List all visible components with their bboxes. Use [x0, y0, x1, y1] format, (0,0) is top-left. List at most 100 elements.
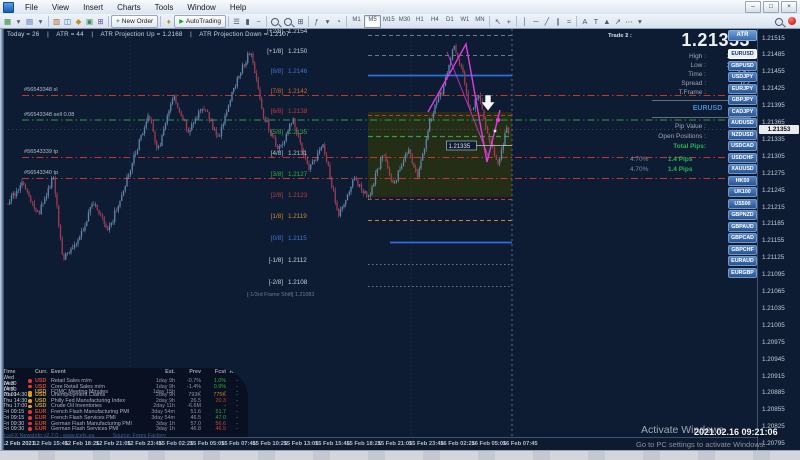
symbol-button[interactable]: CADJPY — [728, 106, 757, 117]
symbol-button[interactable]: EURJPY — [728, 83, 757, 94]
atr-button[interactable]: ATR — [728, 30, 757, 41]
time-axis-label: 15 Feb 15:45 — [315, 441, 350, 447]
notification-badge-icon[interactable] — [788, 17, 796, 25]
fibonacci-icon[interactable]: ≈ — [563, 16, 574, 27]
menu-item[interactable]: Charts — [110, 1, 148, 14]
timeframe-button[interactable]: H1 — [412, 15, 427, 26]
menu-item[interactable]: File — [18, 1, 45, 14]
line-chart-mode-icon[interactable]: ~ — [253, 16, 264, 27]
timeframe-button[interactable]: D1 — [442, 15, 457, 26]
price-axis-value: 1.21005 — [762, 321, 785, 329]
shapes-tool-icon[interactable]: ▲ — [601, 16, 612, 27]
terminal-icon[interactable]: ▣ — [84, 16, 95, 27]
timeframe-button[interactable]: M1 — [349, 15, 364, 26]
murrey-level-label: [-1/8] 1.2112 — [268, 257, 307, 264]
mt4-window: 1.21335 File View Insert Charts Tools Window H… — [0, 0, 800, 460]
menu-item[interactable]: Window — [180, 1, 222, 14]
text-tool-icon[interactable]: A — [579, 16, 590, 27]
chart-price-tag: 1.21335 — [449, 144, 471, 150]
symbol-button[interactable]: GBPUSD — [728, 60, 757, 71]
clock-icon[interactable]: ◔ — [333, 16, 344, 27]
symbol-button[interactable]: GBPNZD — [728, 210, 757, 220]
symbol-button[interactable]: EURAUD — [728, 256, 757, 266]
timeframe-button[interactable]: M5 — [364, 14, 382, 28]
symbol-button[interactable]: HK50 — [728, 175, 757, 186]
zoom-in-icon[interactable] — [271, 17, 280, 26]
bar-chart-mode-icon[interactable]: ☰ — [231, 16, 242, 27]
new-chart-icon[interactable]: ▦ — [2, 16, 13, 27]
symbol-button[interactable]: NZDUSD — [728, 129, 757, 140]
arrow-tool-icon[interactable]: ↗ — [612, 16, 623, 27]
murrey-level-label: [6/8] 1.2138 — [270, 108, 308, 115]
autotrading-button[interactable]: ▶ AutoTrading — [174, 14, 227, 28]
more-tools-icon[interactable]: ⋯ — [623, 16, 634, 27]
metaeditor-icon[interactable]: ♦ — [163, 16, 174, 27]
timeframe-button[interactable]: M15 — [381, 15, 397, 26]
market-watch-icon[interactable]: ▥ — [51, 16, 62, 27]
symbol-button[interactable]: USDCHF — [728, 152, 757, 163]
price-axis-value: 1.21455 — [762, 68, 785, 76]
symbol-button[interactable]: GBPCHF — [728, 244, 757, 255]
symbol-button[interactable]: GBPAUD — [728, 221, 757, 232]
time-axis-label: 16 Feb 02:25 — [440, 441, 475, 447]
candle-chart-mode-icon[interactable]: ▮ — [242, 16, 253, 27]
tile-windows-icon[interactable]: ⊞ — [295, 16, 306, 27]
menu-item[interactable]: View — [45, 1, 76, 14]
navigator-icon[interactable]: ◆ — [73, 16, 84, 27]
indicators-dropdown-icon[interactable]: ▾ — [322, 16, 333, 27]
tools-dropdown-icon[interactable]: ▾ — [634, 16, 645, 27]
news-row: Fri 09:30 EUR German Flash Services PMI … — [3, 426, 238, 433]
timeframe-button[interactable]: M30 — [397, 15, 413, 26]
maximize-button[interactable]: □ — [763, 1, 779, 13]
murrey-level-label: [5/8] 1.2135 — [270, 129, 308, 136]
symbol-button[interactable]: USDJPY — [728, 72, 757, 82]
symbol-button[interactable]: USDCAD — [728, 141, 757, 151]
menu-item[interactable]: Tools — [148, 1, 181, 14]
close-button[interactable]: × — [781, 1, 797, 13]
symbol-button[interactable]: EURGBP — [728, 267, 757, 278]
symbol-button[interactable]: EURUSD — [728, 49, 757, 59]
cursor-icon[interactable]: ↖ — [492, 16, 503, 27]
symbol-button[interactable]: AUDUSD — [728, 118, 757, 128]
impact-dot-icon — [28, 427, 32, 431]
menu-bar-items: File View Insert Charts Tools Window Help — [18, 1, 253, 14]
timeframe-button[interactable]: MN — [472, 15, 487, 26]
zoom-out-icon[interactable] — [284, 17, 293, 26]
price-axis-value: 1.20975 — [762, 338, 785, 346]
news-rows: Wed 14:30 USD Retail Sales m/m 1day 9h -… — [0, 375, 248, 432]
timeframe-button[interactable]: H4 — [427, 15, 442, 26]
symbol-buttons: EURUSD GBPUSD USDJPY EURJPY GBPJPY CADJPY AUDU… — [728, 49, 757, 278]
profiles-dropdown-icon[interactable]: ▾ — [35, 16, 46, 27]
crosshair-icon[interactable]: + — [503, 16, 514, 27]
impact-dot-icon — [28, 384, 32, 389]
symbol-button[interactable]: XAUUSD — [728, 164, 757, 174]
zones — [368, 112, 512, 197]
time-axis-label: 15 Feb 21:05 — [377, 441, 413, 447]
profiles-icon[interactable]: ▤ — [24, 16, 35, 27]
toolbar: ▦ ▾ ▤ ▾ ▥ ◫ ◆ ▣ ⊞ + New Order ♦ ▶ AutoTrad… — [0, 14, 800, 29]
indicators-icon[interactable]: ƒ — [311, 16, 322, 27]
price-axis-value: 1.21155 — [762, 237, 785, 245]
menu-item[interactable]: Help — [223, 1, 253, 14]
price-axis[interactable]: 1.21515 1.21485 1.21455 1.21425 1.21395 1.213… — [757, 29, 800, 460]
timeframe-button[interactable]: W1 — [457, 15, 472, 26]
frame-shift-label: [-1/3rd Frame Shift] 1.21083 — [247, 292, 315, 298]
new-order-button[interactable]: + New Order — [111, 14, 159, 28]
channel-icon[interactable]: ∥ — [552, 16, 563, 27]
menu-item[interactable]: Insert — [76, 1, 110, 14]
data-window-icon[interactable]: ◫ — [62, 16, 73, 27]
horizontal-line-icon[interactable]: ─ — [530, 16, 541, 27]
symbol-button[interactable]: GBPCAD — [728, 233, 757, 243]
strategy-tester-icon[interactable]: ⊞ — [95, 16, 106, 27]
trendline-icon[interactable]: ╱ — [541, 16, 552, 27]
symbol-button[interactable]: UK100 — [728, 187, 757, 197]
symbol-button[interactable]: US500 — [728, 198, 757, 209]
search-icon[interactable] — [775, 17, 783, 26]
vertical-line-icon[interactable]: │ — [519, 16, 530, 27]
time-axis-label: 16 Feb 05:05 — [471, 441, 507, 447]
minimize-button[interactable]: – — [745, 1, 761, 13]
symbol-button[interactable]: GBPJPY — [728, 95, 757, 105]
label-tool-icon[interactable]: T — [590, 16, 601, 27]
price-axis-value: 1.21425 — [762, 85, 785, 93]
new-chart-dropdown-icon[interactable]: ▾ — [13, 16, 24, 27]
